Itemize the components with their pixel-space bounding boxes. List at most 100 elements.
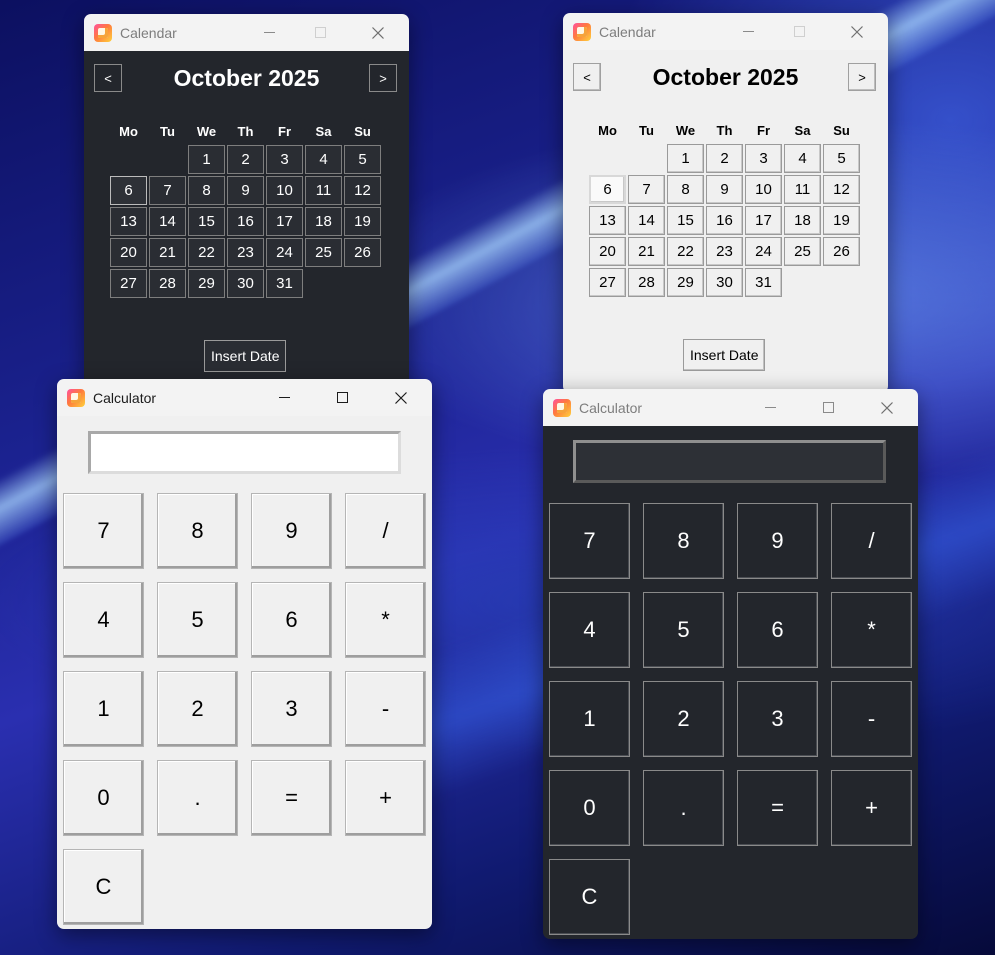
- calc-key[interactable]: 1: [549, 681, 630, 757]
- day-cell[interactable]: 16: [227, 207, 264, 236]
- calc-key[interactable]: *: [831, 592, 912, 668]
- calc-key[interactable]: 5: [157, 582, 238, 658]
- day-cell[interactable]: 7: [149, 176, 186, 205]
- calc-key[interactable]: .: [643, 770, 724, 846]
- calc-key[interactable]: +: [831, 770, 912, 846]
- calc-key[interactable]: 5: [643, 592, 724, 668]
- day-cell[interactable]: 23: [227, 238, 264, 267]
- day-cell[interactable]: 27: [110, 269, 147, 298]
- day-cell[interactable]: 26: [344, 238, 381, 267]
- calc-key[interactable]: 0: [63, 760, 144, 836]
- day-cell[interactable]: 14: [149, 207, 186, 236]
- insert-date-button[interactable]: Insert Date: [683, 339, 766, 371]
- day-cell[interactable]: 25: [305, 238, 342, 267]
- calculator-display[interactable]: [88, 431, 401, 474]
- day-cell[interactable]: 15: [667, 206, 704, 235]
- day-cell[interactable]: 8: [667, 175, 704, 204]
- calc-key[interactable]: /: [831, 503, 912, 579]
- titlebar[interactable]: Calculator: [57, 379, 432, 416]
- day-cell[interactable]: 6: [589, 175, 626, 204]
- calc-key[interactable]: 8: [157, 493, 238, 569]
- day-cell[interactable]: 20: [589, 237, 626, 266]
- day-cell[interactable]: 25: [784, 237, 821, 266]
- day-cell[interactable]: 5: [823, 144, 860, 173]
- calc-key[interactable]: .: [157, 760, 238, 836]
- insert-date-button[interactable]: Insert Date: [204, 340, 287, 372]
- titlebar[interactable]: Calendar: [563, 13, 888, 50]
- minimize-icon[interactable]: [725, 13, 771, 50]
- day-cell[interactable]: 6: [110, 176, 147, 205]
- day-cell[interactable]: 12: [344, 176, 381, 205]
- day-cell[interactable]: 30: [706, 268, 743, 297]
- day-cell[interactable]: 22: [188, 238, 225, 267]
- day-cell[interactable]: 31: [745, 268, 782, 297]
- day-cell[interactable]: 18: [305, 207, 342, 236]
- calc-key[interactable]: -: [345, 671, 426, 747]
- calc-key[interactable]: 6: [251, 582, 332, 658]
- minimize-icon[interactable]: [747, 389, 793, 426]
- day-cell[interactable]: 22: [667, 237, 704, 266]
- prev-month-button[interactable]: <: [94, 64, 122, 92]
- titlebar[interactable]: Calculator: [543, 389, 918, 426]
- calc-key[interactable]: C: [63, 849, 144, 925]
- calc-key[interactable]: 3: [737, 681, 818, 757]
- calc-key[interactable]: 4: [549, 592, 630, 668]
- day-cell[interactable]: 2: [227, 145, 264, 174]
- maximize-icon[interactable]: [805, 389, 851, 426]
- calc-key[interactable]: 3: [251, 671, 332, 747]
- calc-key[interactable]: 7: [549, 503, 630, 579]
- day-cell[interactable]: 9: [706, 175, 743, 204]
- maximize-icon[interactable]: [297, 14, 343, 51]
- close-icon[interactable]: [355, 14, 401, 51]
- day-cell[interactable]: 21: [149, 238, 186, 267]
- calc-key[interactable]: 2: [643, 681, 724, 757]
- day-cell[interactable]: 11: [784, 175, 821, 204]
- day-cell[interactable]: 14: [628, 206, 665, 235]
- day-cell[interactable]: 13: [110, 207, 147, 236]
- day-cell[interactable]: 3: [745, 144, 782, 173]
- day-cell[interactable]: 9: [227, 176, 264, 205]
- day-cell[interactable]: 16: [706, 206, 743, 235]
- day-cell[interactable]: 10: [745, 175, 782, 204]
- calc-key[interactable]: 2: [157, 671, 238, 747]
- calc-key[interactable]: 9: [251, 493, 332, 569]
- day-cell[interactable]: 29: [667, 268, 704, 297]
- calc-key[interactable]: -: [831, 681, 912, 757]
- day-cell[interactable]: 18: [784, 206, 821, 235]
- minimize-icon[interactable]: [261, 379, 307, 416]
- day-cell[interactable]: 21: [628, 237, 665, 266]
- minimize-icon[interactable]: [246, 14, 292, 51]
- day-cell[interactable]: 19: [344, 207, 381, 236]
- day-cell[interactable]: 20: [110, 238, 147, 267]
- day-cell[interactable]: 17: [745, 206, 782, 235]
- day-cell[interactable]: 4: [784, 144, 821, 173]
- calc-key[interactable]: 8: [643, 503, 724, 579]
- day-cell[interactable]: 11: [305, 176, 342, 205]
- calc-key[interactable]: 0: [549, 770, 630, 846]
- day-cell[interactable]: 29: [188, 269, 225, 298]
- day-cell[interactable]: 24: [266, 238, 303, 267]
- day-cell[interactable]: 2: [706, 144, 743, 173]
- calc-key[interactable]: /: [345, 493, 426, 569]
- day-cell[interactable]: 8: [188, 176, 225, 205]
- day-cell[interactable]: 1: [188, 145, 225, 174]
- day-cell[interactable]: 17: [266, 207, 303, 236]
- close-icon[interactable]: [834, 13, 880, 50]
- next-month-button[interactable]: >: [369, 64, 397, 92]
- close-icon[interactable]: [378, 379, 424, 416]
- maximize-icon[interactable]: [776, 13, 822, 50]
- day-cell[interactable]: 23: [706, 237, 743, 266]
- calc-key[interactable]: 4: [63, 582, 144, 658]
- day-cell[interactable]: 27: [589, 268, 626, 297]
- day-cell[interactable]: 12: [823, 175, 860, 204]
- day-cell[interactable]: 30: [227, 269, 264, 298]
- day-cell[interactable]: 3: [266, 145, 303, 174]
- calc-key[interactable]: 7: [63, 493, 144, 569]
- day-cell[interactable]: 1: [667, 144, 704, 173]
- calc-key[interactable]: =: [251, 760, 332, 836]
- calc-key[interactable]: 9: [737, 503, 818, 579]
- calc-key[interactable]: +: [345, 760, 426, 836]
- day-cell[interactable]: 4: [305, 145, 342, 174]
- calc-key[interactable]: C: [549, 859, 630, 935]
- day-cell[interactable]: 15: [188, 207, 225, 236]
